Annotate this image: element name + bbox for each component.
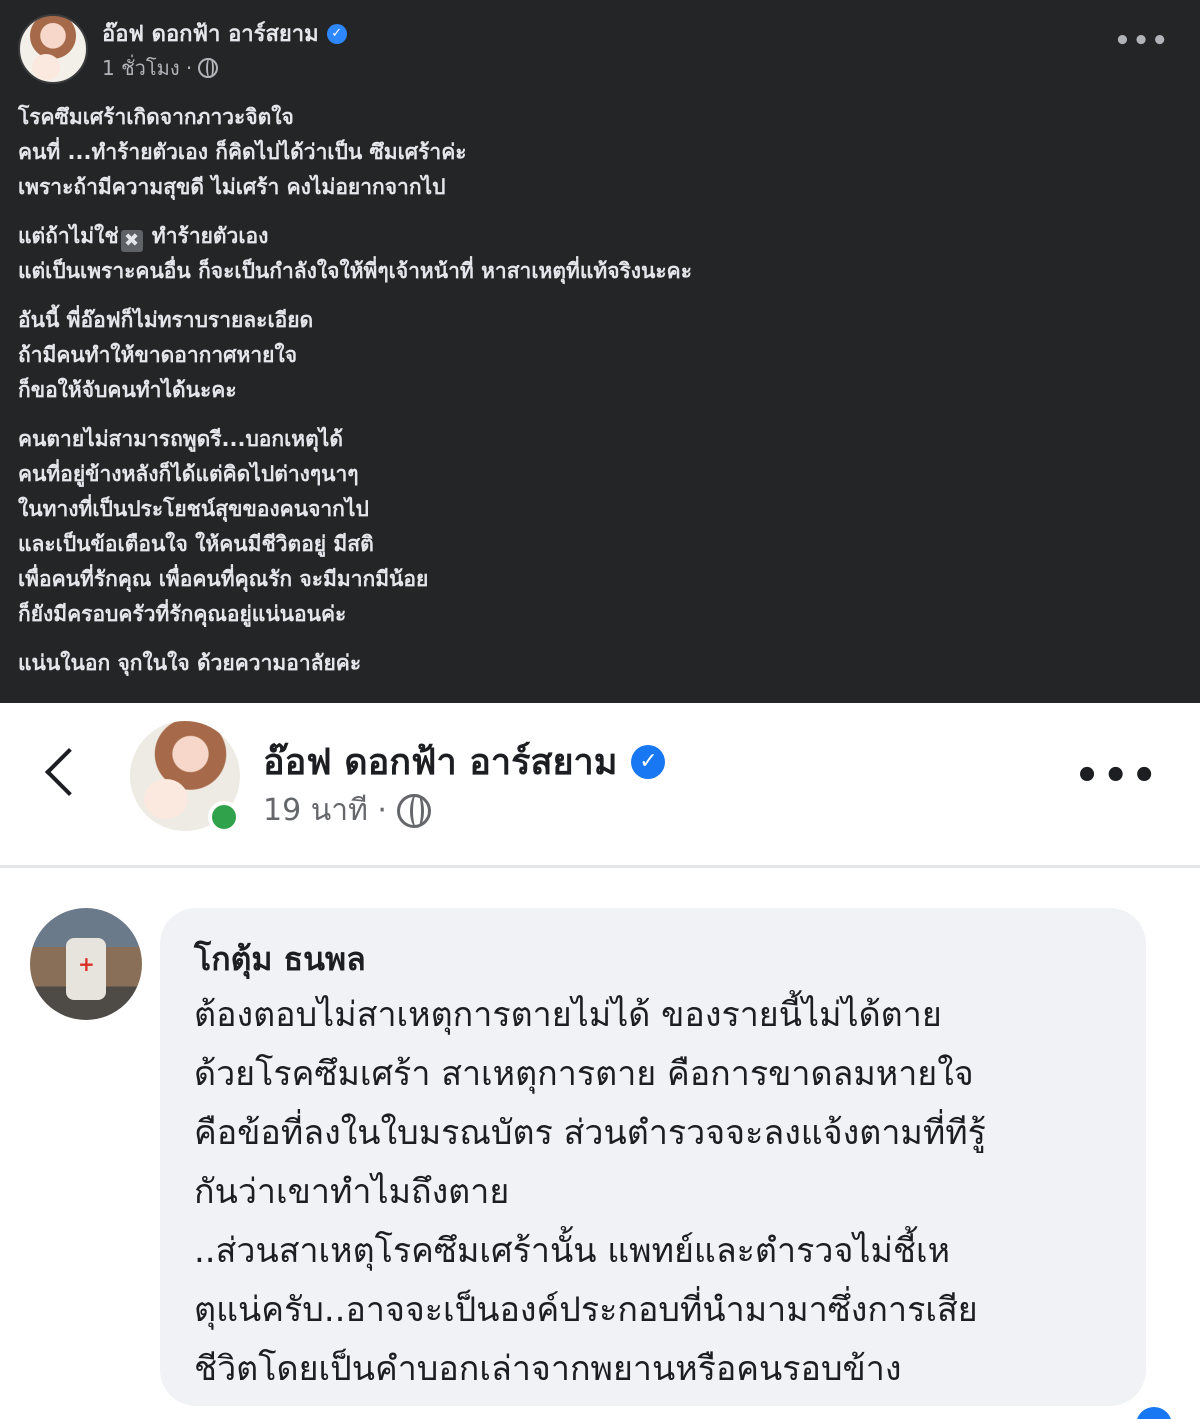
- paragraph: คนตายไม่สามารถพูดรี...บอกเหตุได้ คนที่อย…: [18, 422, 1178, 632]
- text-line: กันว่าเขาทำไมถึงตาย: [194, 1172, 510, 1212]
- text-line: คนที่อยู่ข้างหลังก็ได้แต่คิดไปต่างๆนาๆ: [18, 462, 359, 486]
- text-line: ก็ยังมีครอบครัวที่รักคุณอยู่แน่นอนค่ะ: [18, 602, 347, 626]
- verified-badge-icon: ✓: [326, 23, 347, 44]
- text-line: โรคซึมเศร้าเกิดจากภาวะจิตใจ: [18, 105, 294, 129]
- text-fragment: ทำร้ายตัวเอง: [151, 224, 269, 248]
- comment-bubble: โกตุ้ม ธนพล ต้องตอบไม่สาเหตุการตายไม่ได้…: [160, 908, 1146, 1406]
- text-fragment: แต่ถ้าไม่ใช่: [18, 224, 119, 248]
- author-row: อ๊อฟ ดอกฟ้า อาร์สยาม ✓: [102, 16, 347, 51]
- text-line: แต่ถ้าไม่ใช่ ✖ ทำร้ายตัวเอง: [18, 219, 1178, 254]
- post-text: โรคซึมเศร้าเกิดจากภาวะจิตใจ คนที่ ...ทำร…: [18, 100, 1178, 695]
- post-time[interactable]: 19 นาที ·: [263, 787, 387, 834]
- text-line: ..ส่วนสาเหตุโรคซึมเศร้านั้น แพทย์และตำรว…: [194, 1231, 951, 1271]
- text-line: เพื่อคนที่รักคุณ เพื่อคนที่คุณรัก จะมีมา…: [18, 567, 429, 591]
- post-time[interactable]: 1 ชั่วโมง ·: [102, 52, 192, 84]
- text-line: ถ้ามีคนทำให้ขาดอากาศหายใจ: [18, 343, 298, 367]
- author-name[interactable]: อ๊อฟ ดอกฟ้า อาร์สยาม: [102, 16, 319, 51]
- post-meta: 1 ชั่วโมง ·: [102, 52, 219, 84]
- top-post: อ๊อฟ ดอกฟ้า อาร์สยาม ✓ 1 ชั่วโมง · ••• โ…: [0, 0, 1200, 703]
- text-line: แน่นในอก จุกในใจ ด้วยความอาลัยค่ะ: [18, 651, 362, 675]
- text-line: ชีวิตโดยเป็นคำบอกเล่าจากพยานหรือคนรอบข้า…: [194, 1349, 902, 1389]
- text-line: แต่เป็นเพราะคนอื่น ก็จะเป็นกำลังใจให้พี่…: [18, 259, 692, 283]
- text-line: ตุแน่ครับ..อาจจะเป็นองค์ประกอบที่นำมามาซ…: [194, 1290, 978, 1330]
- divider: [0, 865, 1200, 868]
- comment-text: ต้องตอบไม่สาเหตุการตายไม่ได้ ของรายนี้ไม…: [194, 986, 1124, 1399]
- text-line: คนที่ ...ทำร้ายตัวเอง ก็คิดไปได้ว่าเป็น …: [18, 140, 467, 164]
- online-status-icon: [208, 801, 240, 833]
- text-line: เพราะถ้ามีความสุขดี ไม่เศร้า คงไม่อยากจา…: [18, 175, 446, 199]
- globe-icon: [396, 793, 431, 828]
- paragraph: โรคซึมเศร้าเกิดจากภาวะจิตใจ คนที่ ...ทำร…: [18, 100, 1178, 205]
- author-row: อ๊อฟ ดอกฟ้า อาร์สยาม ✓: [263, 733, 666, 790]
- paragraph: แต่ถ้าไม่ใช่ ✖ ทำร้ายตัวเอง แต่เป็นเพราะค…: [18, 219, 1178, 289]
- text-line: คือข้อที่ลงในใบมรณบัตร ส่วนตำรวจจะลงแจ้ง…: [194, 1113, 986, 1153]
- text-line: ก็ขอให้จับคนทำได้นะคะ: [18, 378, 237, 402]
- text-line: ต้องตอบไม่สาเหตุการตายไม่ได้ ของรายนี้ไม…: [194, 995, 942, 1035]
- text-line: คนตายไม่สามารถพูดรี...บอกเหตุได้: [18, 427, 343, 451]
- text-line: และเป็นข้อเตือนใจ ให้คนมีชีวิตอยู่ มีสติ: [18, 532, 374, 556]
- paragraph: อันนี้ พี่อ๊อฟก็ไม่ทราบรายละเอียด ถ้ามีค…: [18, 303, 1178, 408]
- back-arrow-icon[interactable]: [40, 743, 84, 803]
- text-line: อันนี้ พี่อ๊อฟก็ไม่ทราบรายละเอียด: [18, 308, 314, 332]
- bottom-post: อ๊อฟ ดอกฟ้า อาร์สยาม ✓ 19 นาที · ••• + โ…: [0, 703, 1200, 1419]
- globe-icon: [198, 58, 219, 78]
- text-line: ด้วยโรคซึมเศร้า สาเหตุการตาย คือการขาดลม…: [194, 1054, 974, 1094]
- more-options-icon[interactable]: •••: [1074, 753, 1160, 799]
- cross-mark-icon: ✖: [120, 230, 143, 252]
- verified-badge-icon: ✓: [631, 744, 666, 779]
- commenter-avatar[interactable]: +: [30, 908, 142, 1020]
- commenter-name[interactable]: โกตุ้ม ธนพล: [194, 934, 366, 985]
- author-avatar[interactable]: [18, 14, 88, 84]
- reaction-icon[interactable]: [1136, 1407, 1172, 1419]
- author-name[interactable]: อ๊อฟ ดอกฟ้า อาร์สยาม: [263, 733, 617, 790]
- paragraph: แน่นในอก จุกในใจ ด้วยความอาลัยค่ะ: [18, 646, 1178, 681]
- text-line: ในทางที่เป็นประโยชน์สุขของคนจากไป: [18, 497, 369, 521]
- post-meta: 19 นาที ·: [263, 787, 431, 834]
- more-options-icon[interactable]: •••: [1114, 26, 1170, 56]
